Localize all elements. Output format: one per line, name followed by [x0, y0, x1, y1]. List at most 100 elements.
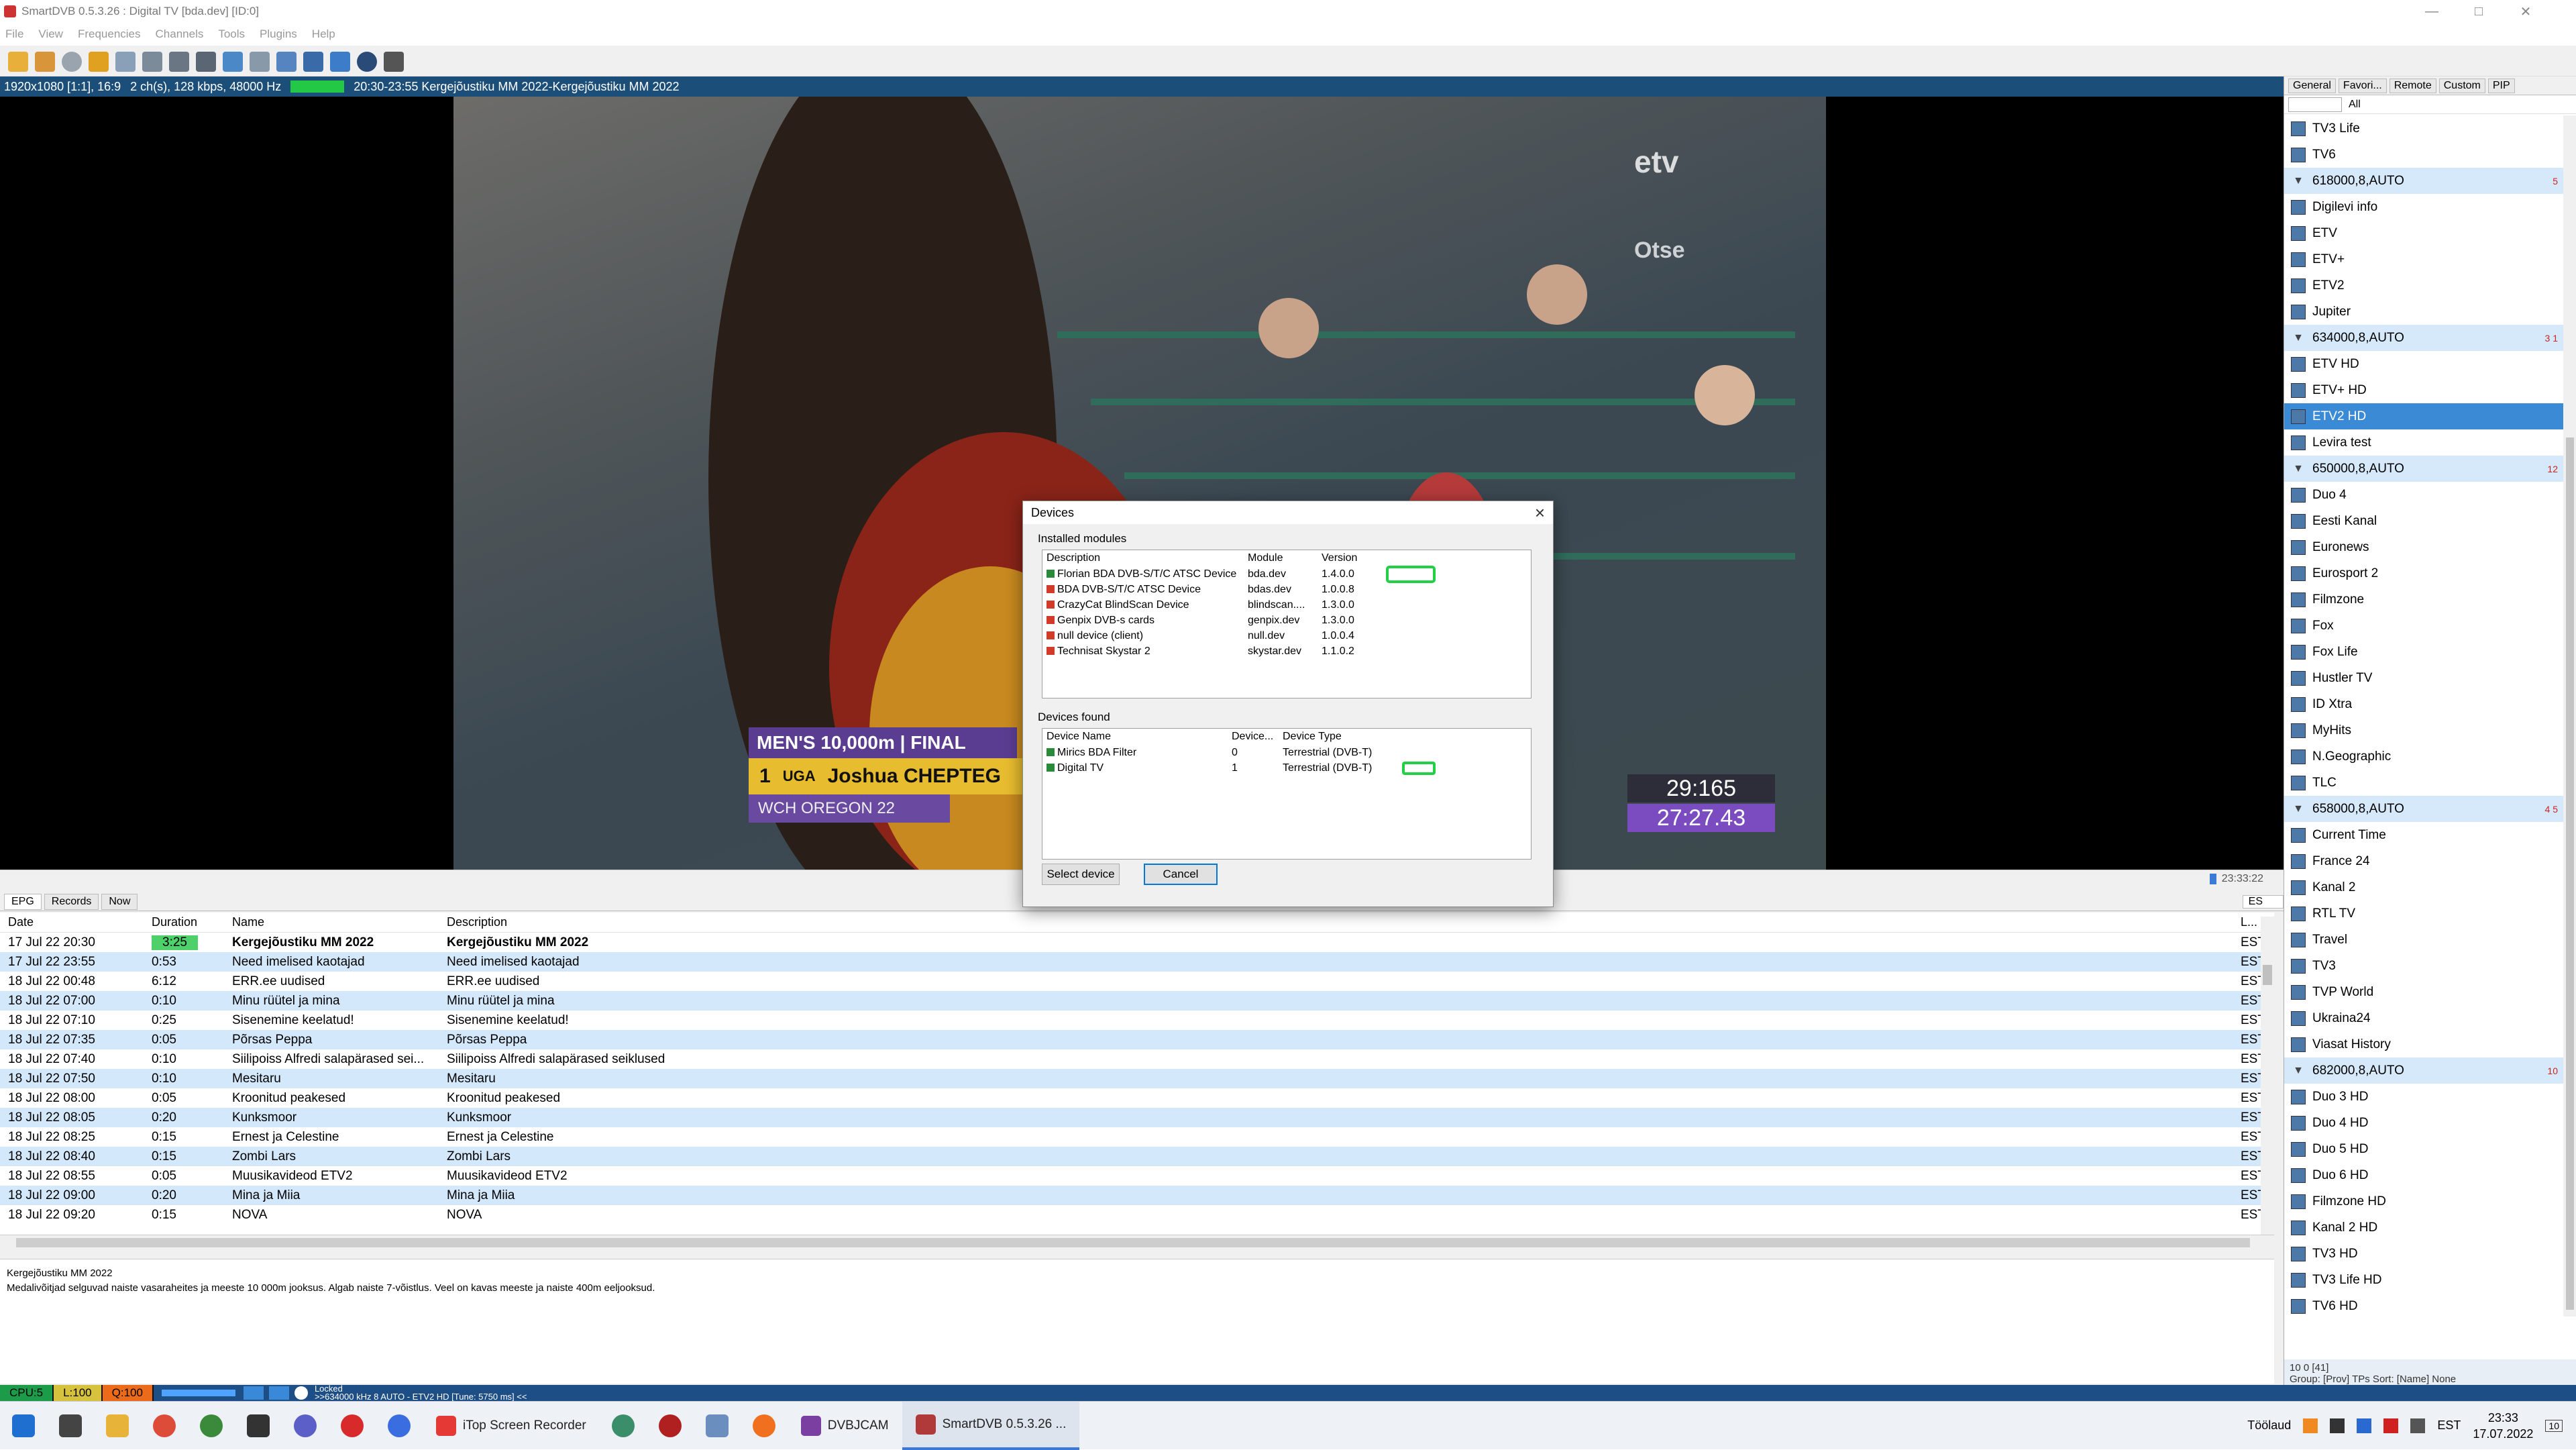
menu-file[interactable]: File: [5, 28, 23, 41]
menu-view[interactable]: View: [38, 28, 63, 41]
app-d-icon[interactable]: [294, 1414, 317, 1437]
channel-item[interactable]: Duo 4 HD: [2284, 1110, 2563, 1136]
channel-group[interactable]: ▼ 682000,8,AUTO 10: [2284, 1057, 2563, 1084]
channel-item[interactable]: ETV: [2284, 220, 2563, 246]
col-module-description[interactable]: Description: [1046, 552, 1248, 564]
play-icon[interactable]: [243, 1386, 264, 1400]
chevron-down-icon[interactable]: ▼: [2291, 463, 2306, 475]
grid-icon[interactable]: [142, 51, 162, 72]
tab-general[interactable]: General: [2288, 78, 2336, 93]
screenshot-icon[interactable]: [169, 51, 189, 72]
clapper-icon[interactable]: [247, 1414, 270, 1437]
channel-item[interactable]: TV3: [2284, 953, 2563, 979]
channel-group[interactable]: ▼ 658000,8,AUTO 4 5: [2284, 796, 2563, 822]
channel-search-input[interactable]: [2288, 97, 2342, 112]
seek-knob[interactable]: [2209, 873, 2216, 884]
menu-plugins[interactable]: Plugins: [260, 28, 297, 41]
channel-item[interactable]: RTL TV: [2284, 900, 2563, 927]
channel-item[interactable]: TV6 HD: [2284, 1293, 2563, 1316]
tab-remote[interactable]: Remote: [2389, 78, 2436, 93]
desktop-toolbar[interactable]: Töölaud: [2247, 1418, 2291, 1433]
col-date[interactable]: Date: [0, 915, 148, 929]
epg-row[interactable]: 18 Jul 22 09:00 0:20 Mina ja Miia Mina ja M…: [0, 1186, 2274, 1205]
channel-item[interactable]: Filmzone HD: [2284, 1188, 2563, 1214]
channel-item[interactable]: ETV2 HD: [2284, 403, 2563, 429]
channel-item[interactable]: Current Time: [2284, 822, 2563, 848]
installed-module-row[interactable]: BDA DVB-S/T/C ATSC Device bdas.dev 1.0.0.8: [1042, 582, 1531, 597]
epg-row[interactable]: 17 Jul 22 23:55 0:53 Need imelised kaotaja…: [0, 952, 2274, 972]
col-device-index[interactable]: Device...: [1232, 731, 1283, 743]
channel-item[interactable]: Hustler TV: [2284, 665, 2563, 691]
channel-item[interactable]: TLC: [2284, 770, 2563, 796]
app-b-icon[interactable]: [388, 1414, 411, 1437]
channel-group[interactable]: ▼ 650000,8,AUTO 12: [2284, 456, 2563, 482]
taskbar-app-smartdvb[interactable]: SmartDVB 0.5.3.26 ...: [902, 1401, 1080, 1450]
channel-item[interactable]: France 24: [2284, 848, 2563, 874]
chevron-down-icon[interactable]: ▼: [2291, 332, 2306, 344]
tab-records[interactable]: Records: [44, 893, 99, 910]
channel-item[interactable]: ETV2: [2284, 272, 2563, 299]
col-name[interactable]: Name: [228, 915, 440, 929]
devices-icon[interactable]: [330, 51, 350, 72]
epg-row[interactable]: 18 Jul 22 00:48 6:12 ERR.ee uudised ERR.ee …: [0, 972, 2274, 991]
channel-item[interactable]: Duo 4: [2284, 482, 2563, 508]
channel-item[interactable]: Filmzone: [2284, 586, 2563, 613]
channel-item[interactable]: Duo 3 HD: [2284, 1084, 2563, 1110]
channel-item[interactable]: TV6: [2284, 142, 2563, 168]
select-device-button[interactable]: Select device: [1042, 864, 1120, 885]
installed-module-row[interactable]: Genpix DVB-s cards genpix.dev 1.3.0.0: [1042, 613, 1531, 628]
channel-item[interactable]: TVP World: [2284, 979, 2563, 1005]
chevron-down-icon[interactable]: ▼: [2291, 175, 2306, 187]
epg-row[interactable]: 18 Jul 22 07:40 0:10 Siilipoiss Alfredi sa…: [0, 1049, 2274, 1069]
channel-item[interactable]: Eesti Kanal: [2284, 508, 2563, 534]
start-icon[interactable]: [12, 1414, 35, 1437]
channel-item[interactable]: Eurosport 2: [2284, 560, 2563, 586]
epg-row[interactable]: 18 Jul 22 08:25 0:15 Ernest ja Celestine Er…: [0, 1127, 2274, 1147]
channel-item[interactable]: Viasat History: [2284, 1031, 2563, 1057]
menu-tools[interactable]: Tools: [218, 28, 245, 41]
dialog-close-icon[interactable]: ×: [1535, 503, 1545, 523]
taskbar-app-dvbjcam[interactable]: DVBJCAM: [788, 1402, 902, 1450]
zoom-icon[interactable]: [357, 51, 377, 72]
channel-item[interactable]: TV3 HD: [2284, 1241, 2563, 1267]
tray-record-icon[interactable]: [2383, 1418, 2399, 1433]
channel-item[interactable]: Fox Life: [2284, 639, 2563, 665]
epg-row[interactable]: 18 Jul 22 08:55 0:05 Muusikavideod ETV2 Muu…: [0, 1166, 2274, 1186]
channel-group-sort[interactable]: Group: [Prov] TPs Sort: [Name] None: [2290, 1374, 2571, 1385]
epg-row[interactable]: 17 Jul 22 20:30 3:25 Kergejõustiku MM 2022…: [0, 933, 2274, 952]
task-view-icon[interactable]: [59, 1414, 82, 1437]
tools-icon[interactable]: [250, 51, 270, 72]
app-monitor-icon[interactable]: [705, 1414, 729, 1437]
volume-icon[interactable]: [2410, 1418, 2426, 1433]
taskbar-clock[interactable]: 23:33 17.07.2022: [2473, 1410, 2533, 1442]
channel-item[interactable]: ETV HD: [2284, 351, 2563, 377]
record-icon[interactable]: [62, 51, 82, 72]
open-file-icon[interactable]: [35, 51, 55, 72]
app-green-icon[interactable]: [611, 1414, 635, 1437]
notifications-icon[interactable]: 10: [2545, 1419, 2563, 1432]
menu-help[interactable]: Help: [312, 28, 335, 41]
found-device-row[interactable]: Mirics BDA Filter 0 Terrestrial (DVB-T): [1042, 745, 1531, 760]
epg-row[interactable]: 18 Jul 22 07:10 0:25 Sisenemine keelatud! S…: [0, 1011, 2274, 1030]
epg-row[interactable]: 18 Jul 22 09:20 0:15 NOVA NOVA EST: [0, 1205, 2274, 1225]
col-version[interactable]: Version: [1322, 552, 1375, 564]
back-arrow-icon[interactable]: [89, 51, 109, 72]
epg-row[interactable]: 18 Jul 22 07:00 0:10 Minu rüütel ja mina Mi…: [0, 991, 2274, 1011]
fullscreen-icon[interactable]: [223, 51, 243, 72]
col-device-type[interactable]: Device Type: [1283, 731, 1390, 743]
channel-item[interactable]: Jupiter: [2284, 299, 2563, 325]
channel-item[interactable]: N.Geographic: [2284, 743, 2563, 770]
sync-icon[interactable]: [384, 51, 404, 72]
channel-item[interactable]: ETV+: [2284, 246, 2563, 272]
channel-item[interactable]: Levira test: [2284, 429, 2563, 456]
col-module[interactable]: Module: [1248, 552, 1322, 564]
tray-shield-icon[interactable]: [2330, 1418, 2345, 1433]
channel-group[interactable]: ▼ 618000,8,AUTO 5: [2284, 168, 2563, 194]
channel-item[interactable]: ID Xtra: [2284, 691, 2563, 717]
epg-horizontal-scrollbar[interactable]: [0, 1235, 2274, 1251]
channel-item[interactable]: Fox: [2284, 613, 2563, 639]
channel-group[interactable]: ▼ 634000,8,AUTO 3 1: [2284, 325, 2563, 351]
epg-row[interactable]: 18 Jul 22 07:50 0:10 Mesitaru Mesitaru EST: [0, 1069, 2274, 1088]
installed-module-row[interactable]: null device (client) null.dev 1.0.0.4: [1042, 628, 1531, 643]
channel-list-scrollbar[interactable]: [2563, 115, 2576, 1316]
